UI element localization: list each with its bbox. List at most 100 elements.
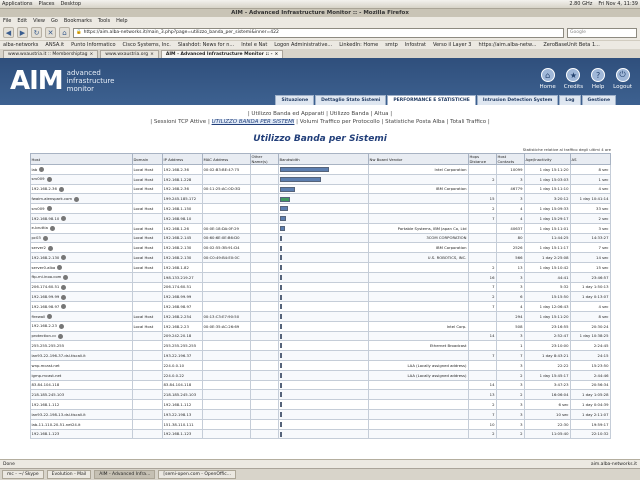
cell-host[interactable]: wnp.mcast.net [29, 359, 133, 371]
cell-host[interactable]: 255.255.255.255 [29, 340, 133, 352]
desktop-menu-applications[interactable]: Applications [2, 1, 33, 7]
home-button-icon[interactable]: ⌂ [59, 27, 70, 38]
cell-host[interactable]: 192.168.2.130 [29, 252, 133, 263]
host-link[interactable]: lab [32, 167, 38, 172]
menu-view[interactable]: View [33, 18, 45, 24]
subnav-volumi-traffico[interactable]: Volumi Traffico per Protocollo [300, 119, 380, 125]
host-link[interactable]: lab-11-110-20-51.net24.it [32, 422, 81, 427]
cell-host[interactable]: 192.168.1.112 [29, 399, 133, 410]
host-link[interactable]: 192.168.98.10 [32, 216, 60, 221]
menu-help[interactable]: Help [116, 18, 127, 24]
taskbar-item[interactable]: AIM - Advanced Infra... [94, 470, 156, 479]
cell-host[interactable]: lan93-22-196-37.dsl.tiscali.it [29, 350, 133, 361]
column-header[interactable]: Bandwidth [277, 153, 369, 165]
column-header[interactable]: Nw Board Vendor [367, 153, 469, 165]
reload-icon[interactable]: ↻ [31, 27, 42, 38]
nav-tab[interactable]: Log [559, 95, 581, 105]
close-icon[interactable]: × [90, 52, 94, 57]
column-header[interactable]: Host Contacts [495, 153, 525, 165]
bookmark-item[interactable]: Intel e Nat [241, 42, 267, 48]
bookmark-item[interactable]: ZeroBaseUnit Beta 1... [543, 42, 600, 48]
host-link[interactable]: lan93-22-196-37.dsl.tiscali.it [32, 353, 86, 358]
host-link[interactable]: 218.185.245.103 [32, 392, 65, 397]
cell-host[interactable]: 218.185.245.103 [29, 389, 133, 401]
search-input[interactable]: Google [567, 27, 637, 38]
bookmark-item[interactable]: Slashdot: News for n... [178, 42, 234, 48]
nav-tab[interactable]: Situazione [275, 95, 315, 105]
subnav-utilizzo-banda[interactable]: Utilizzo Banda [330, 111, 369, 117]
cell-host[interactable]: 192.168.98.97 [29, 301, 133, 312]
column-header[interactable]: AS [569, 153, 611, 165]
cell-host[interactable]: e-bruttia [29, 222, 133, 234]
host-link[interactable]: protection.cc [32, 333, 57, 338]
column-header[interactable]: MAC Address [201, 153, 251, 165]
cell-host[interactable]: igmp.mcast.net [29, 369, 133, 381]
help-button[interactable]: ? Help [591, 68, 606, 90]
host-link[interactable]: fwaim.alenspark.com [32, 196, 73, 201]
bookmark-item[interactable]: Punto Informatico [71, 42, 115, 48]
logout-button[interactable]: ⏻ Logout [613, 68, 632, 90]
nav-tab[interactable]: Gestione [581, 95, 616, 105]
cell-host[interactable]: server2 [29, 242, 133, 254]
desktop-menu-desktop[interactable]: Desktop [60, 1, 81, 7]
host-link[interactable]: igmp.mcast.net [32, 373, 62, 378]
url-field[interactable]: 🔒 https://aim.alba-networks.it/main_3.ph… [73, 27, 564, 38]
menu-go[interactable]: Go [51, 18, 58, 24]
browser-tab[interactable]: AIM - Advanced Infrastructure Monitor ::… [160, 50, 284, 58]
host-link[interactable]: pc03 [32, 235, 41, 240]
host-link[interactable]: srv009 [32, 176, 45, 181]
cell-host[interactable]: 192.168.2.36 [29, 183, 133, 195]
cell-host[interactable]: 192.168.99.99 [29, 291, 133, 303]
menu-edit[interactable]: Edit [17, 18, 27, 24]
column-header[interactable]: IP Address [161, 153, 203, 165]
host-link[interactable]: 192.168.2.23 [32, 323, 57, 328]
column-header[interactable]: Age/Inactivity [523, 153, 571, 165]
cell-host[interactable]: lab-11-110-20-51.net24.it [29, 418, 133, 430]
bookmark-item[interactable]: Logon Administrative... [274, 42, 332, 48]
bookmark-item[interactable]: LinkedIn: Home [339, 42, 378, 48]
subnav-sessioni-tcp[interactable]: Sessioni TCP Attive [154, 119, 206, 125]
column-header[interactable]: Hops Distance [467, 153, 497, 165]
menu-file[interactable]: File [3, 18, 11, 24]
stop-icon[interactable]: ✕ [45, 27, 56, 38]
clock[interactable]: Fri Nov 4, 11:39 [598, 1, 638, 7]
cell-host[interactable]: 192.168.98.10 [29, 212, 133, 224]
host-link[interactable]: e-bruttia [32, 225, 48, 230]
host-link[interactable]: 192.168.99.99 [32, 294, 60, 299]
cell-host[interactable]: lan93-22-198-13.dsl.tiscali.it [29, 408, 133, 420]
host-link[interactable]: server2 [32, 245, 46, 250]
cell-host[interactable]: 206.174.60.51 [29, 281, 133, 293]
browser-tab[interactable]: www.wxaustria.org × [100, 50, 159, 58]
subnav-utilizzo-banda-apparati[interactable]: Utilizzo Banda ed Apparati [251, 111, 324, 117]
host-link[interactable]: firewall [32, 314, 46, 319]
host-link[interactable]: 192.168.1.112 [32, 402, 60, 407]
menu-bookmarks[interactable]: Bookmarks [64, 18, 92, 24]
host-link[interactable]: 83.84.104.118 [32, 382, 60, 387]
back-icon[interactable]: ◀ [3, 27, 14, 38]
bookmark-item[interactable]: ANSA.it [45, 42, 64, 48]
aim-logo[interactable]: AIM advanced infrastructure monitor [10, 66, 114, 96]
cell-host[interactable]: 192.168.1.123 [29, 428, 133, 440]
cell-host[interactable]: firewall [29, 310, 133, 322]
cell-host[interactable]: ftp-mi.inoo.com [29, 271, 133, 283]
close-icon[interactable]: × [274, 52, 278, 57]
cell-host[interactable]: lab [29, 164, 133, 175]
nav-tab[interactable]: Dettaglio Stato Sistemi [315, 95, 387, 105]
host-link[interactable]: 192.168.2.36 [32, 186, 57, 191]
menu-tools[interactable]: Tools [98, 18, 110, 24]
host-link[interactable]: 192.168.98.97 [32, 304, 60, 309]
browser-tab[interactable]: www.wxaustria.it :: Membershiptag × [3, 50, 99, 58]
bookmark-item[interactable]: alba-networks [3, 42, 38, 48]
bookmark-item[interactable]: Cisco Systems, Inc. [123, 42, 171, 48]
subnav-utilizzo-banda-sistemi[interactable]: UTILIZZO BANDA PER SISTEMI [211, 119, 295, 125]
subnav-statistiche-posta[interactable]: Statistiche Posta Alba [385, 119, 445, 125]
cell-host[interactable]: server0.alba [29, 261, 133, 273]
bookmark-item[interactable]: smtp [385, 42, 398, 48]
nav-tab[interactable]: Intrusion Detection System [476, 95, 559, 105]
column-header[interactable]: Host [29, 153, 133, 165]
bookmark-item[interactable]: Verso il Layer 3 [433, 42, 472, 48]
cell-host[interactable]: fwaim.alenspark.com [29, 193, 133, 205]
nav-tab[interactable]: PERFORMANCE E STATISTICHE [387, 95, 476, 105]
host-link[interactable]: 192.168.1.123 [32, 431, 60, 436]
desktop-menu-places[interactable]: Places [39, 1, 55, 7]
